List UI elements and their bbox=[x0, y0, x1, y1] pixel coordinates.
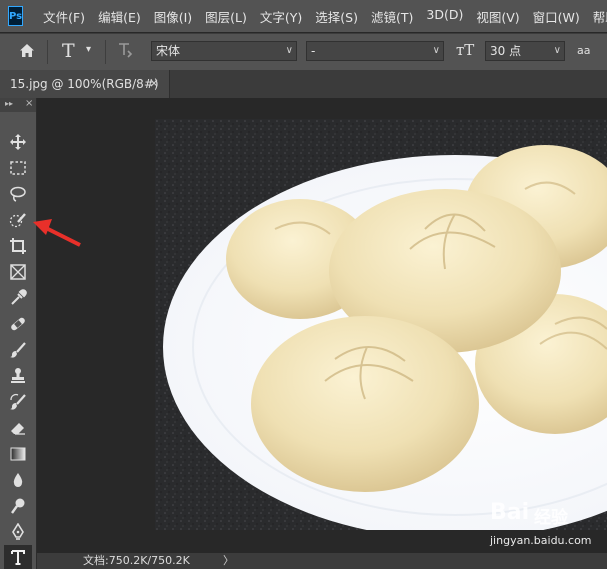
watermark-brand: 经验 bbox=[534, 508, 568, 528]
document-size-info[interactable]: 文档:750.2K/750.2K bbox=[83, 553, 190, 569]
baidu-logo: Bai bbox=[490, 500, 530, 525]
annotation-arrow bbox=[33, 219, 81, 247]
baidu-watermark: Bai 经验 jingyan.baidu.com bbox=[490, 500, 605, 556]
chevron-right-icon[interactable]: 〉 bbox=[223, 553, 234, 569]
watermark-url: jingyan.baidu.com bbox=[490, 534, 592, 547]
